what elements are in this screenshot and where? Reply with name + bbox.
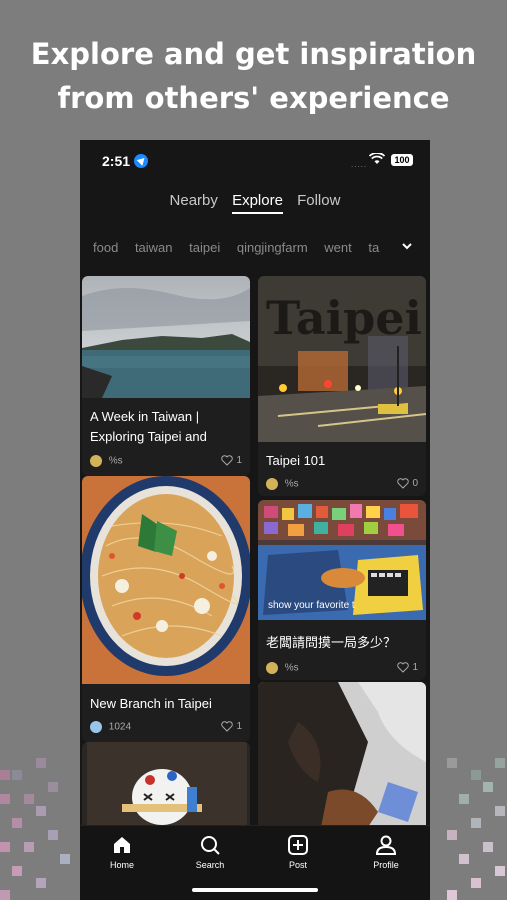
like-count: 1 — [236, 455, 242, 467]
avatar[interactable] — [266, 478, 278, 490]
post-meta: %s 1 — [266, 662, 418, 676]
tag-taiwan[interactable]: taiwan — [135, 240, 173, 255]
post-meta: %s 0 — [266, 478, 418, 492]
post-title: New Branch in Taipei — [90, 696, 212, 711]
post-card[interactable]: New Branch in Taipei 1024 1 — [82, 476, 250, 742]
phone-screen: 2:51 ..... 100 Nearby Explore Follow foo… — [80, 140, 430, 900]
bottom-tab-bar: Home Search Post Profile — [80, 825, 430, 900]
post-card[interactable]: Taipei Taipei 101 %s 0 — [258, 276, 426, 496]
tab-label: Search — [195, 860, 225, 870]
post-card[interactable]: A Week in Taiwan | Exploring Taipei and … — [82, 276, 250, 476]
tab-follow[interactable]: Follow — [297, 192, 340, 212]
feed-tabs: Nearby Explore Follow — [80, 192, 430, 214]
avatar[interactable] — [90, 721, 102, 733]
avatar[interactable] — [266, 662, 278, 674]
tab-nearby[interactable]: Nearby — [170, 192, 218, 212]
plus-square-icon — [288, 835, 308, 855]
post-username[interactable]: %s — [285, 663, 299, 674]
search-icon — [201, 836, 220, 855]
tab-label: Profile — [373, 860, 399, 870]
signal-icon: ..... — [351, 160, 368, 169]
tab-home[interactable]: Home — [87, 834, 157, 870]
post-meta: 1024 1 — [90, 721, 242, 735]
tag-qingjingfarm[interactable]: qingjingfarm — [237, 240, 308, 255]
post-username[interactable]: 1024 — [109, 722, 131, 733]
tag-partial[interactable]: ta — [368, 240, 379, 255]
home-indicator[interactable] — [192, 888, 318, 892]
like-count: 1 — [412, 662, 418, 674]
wifi-icon — [369, 153, 385, 164]
taipei-night-photo: Taipei — [258, 276, 426, 442]
tab-label: Post — [288, 860, 307, 870]
tab-post[interactable]: Post — [263, 834, 333, 870]
like-count: 0 — [412, 478, 418, 490]
heart-icon — [221, 721, 234, 732]
tab-profile[interactable]: Profile — [351, 834, 421, 870]
like-button[interactable]: 1 — [221, 721, 242, 732]
image-overlay-text: show your favorite t — [268, 600, 355, 611]
tab-explore[interactable]: Explore — [232, 192, 283, 214]
heart-icon — [397, 478, 410, 489]
status-bar: 2:51 ..... 100 — [80, 140, 430, 180]
heart-icon — [397, 662, 410, 673]
post-title: 老闆請問摸一局多少？ — [266, 635, 397, 650]
status-time: 2:51 — [102, 153, 131, 169]
home-icon — [114, 837, 130, 853]
tab-search[interactable]: Search — [175, 834, 245, 870]
post-card[interactable] — [258, 682, 426, 842]
tab-label: Home — [109, 860, 134, 870]
post-title: Taipei 101 — [266, 453, 326, 468]
chevron-down-icon[interactable] — [401, 239, 413, 253]
pixel-decoration-right — [417, 750, 507, 900]
tag-bar: food taiwan taipei qingjingfarm went ta — [93, 240, 393, 255]
cat-photo — [258, 682, 426, 842]
post-title: A Week in Taiwan | — [90, 409, 200, 424]
tag-food[interactable]: food — [93, 240, 118, 255]
location-arrow-icon — [134, 154, 148, 168]
battery-indicator: 100 — [391, 154, 413, 166]
like-button[interactable]: 0 — [397, 478, 418, 489]
like-button[interactable]: 1 — [397, 662, 418, 673]
noodles-photo — [82, 476, 250, 684]
like-count: 1 — [236, 721, 242, 733]
post-title-line2: Exploring Taipei and — [90, 429, 207, 444]
tag-went[interactable]: went — [324, 240, 351, 255]
like-button[interactable]: 1 — [221, 455, 242, 466]
heart-icon — [221, 455, 234, 466]
post-username[interactable]: %s — [109, 456, 123, 467]
harbor-photo — [82, 276, 250, 398]
post-username[interactable]: %s — [285, 479, 299, 490]
pixel-decoration-left — [0, 750, 90, 900]
post-card[interactable]: show your favorite t 老闆請問摸一局多少？ %s 1 — [258, 500, 426, 680]
headline: Explore and get inspiration from others'… — [30, 37, 477, 115]
tag-taipei[interactable]: taipei — [189, 240, 220, 255]
person-icon — [375, 835, 397, 855]
post-meta: %s 1 — [90, 455, 242, 469]
avatar[interactable] — [90, 455, 102, 467]
